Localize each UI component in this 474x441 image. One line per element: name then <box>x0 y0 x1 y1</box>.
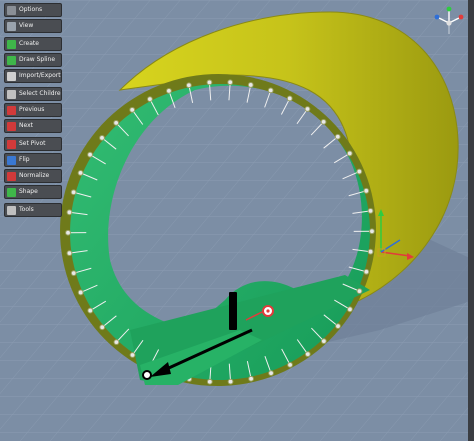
spline-point[interactable] <box>268 370 274 377</box>
spline-point[interactable] <box>113 339 120 346</box>
spline-point[interactable] <box>248 375 254 382</box>
spline-point[interactable] <box>346 150 353 157</box>
previous-icon <box>7 105 16 115</box>
spline-point[interactable] <box>166 87 172 94</box>
spline-point[interactable] <box>369 228 375 235</box>
view-icon <box>7 21 16 31</box>
spline-point[interactable] <box>206 378 213 385</box>
spline-point[interactable] <box>320 118 327 125</box>
spline-point[interactable] <box>227 79 234 86</box>
spline-point[interactable] <box>320 338 327 345</box>
spline-point[interactable] <box>363 187 370 194</box>
spline-point[interactable] <box>87 307 94 314</box>
spline-point[interactable] <box>129 106 136 113</box>
tool-label: Set Pivot <box>19 140 46 147</box>
select-children-icon <box>7 89 16 99</box>
create-icon <box>7 39 16 49</box>
spline-point[interactable] <box>304 351 311 358</box>
tools-button[interactable]: Tools <box>4 203 62 217</box>
normalize-button[interactable]: Normalize <box>4 169 62 183</box>
spline-point[interactable] <box>113 119 120 126</box>
tool-label: Normalize <box>19 172 50 179</box>
flip-button[interactable]: Flip <box>4 153 62 167</box>
spline-point[interactable] <box>286 95 293 102</box>
spline-point[interactable] <box>77 289 84 296</box>
spline-point[interactable] <box>363 268 370 275</box>
import-export-icon <box>7 71 16 81</box>
tool-label: Select Children <box>19 90 62 97</box>
spline-point[interactable] <box>66 209 73 216</box>
spline-point[interactable] <box>247 82 254 88</box>
tool-group: Select Children Previous Next <box>4 87 62 133</box>
spline-point[interactable] <box>77 169 84 176</box>
normalize-icon <box>7 171 16 181</box>
spline-point[interactable] <box>335 323 341 330</box>
tool-label: View <box>19 22 34 29</box>
pivot-handle[interactable] <box>229 292 237 330</box>
tool-label: Draw Spline <box>19 56 56 63</box>
spline-point[interactable] <box>70 189 77 196</box>
tool-label: Flip <box>19 156 30 163</box>
flip-icon <box>7 155 16 165</box>
draw-spline-icon <box>7 55 16 65</box>
set-pivot-button[interactable]: Set Pivot <box>4 137 62 151</box>
draw-spline-button[interactable]: Draw Spline <box>4 53 62 67</box>
spline-point[interactable] <box>186 82 192 89</box>
orientation-gizmo[interactable] <box>432 6 466 40</box>
spline-point[interactable] <box>87 151 93 158</box>
select-children-button[interactable]: Select Children <box>4 87 62 101</box>
tool-label: Previous <box>19 106 45 113</box>
right-panel-edge <box>468 0 474 441</box>
tool-group: Tools <box>4 203 62 217</box>
spline-point[interactable] <box>347 306 353 313</box>
scene-viewport[interactable] <box>0 0 474 441</box>
tool-label: Create <box>19 40 39 47</box>
spline-point[interactable] <box>99 134 105 141</box>
tool-group: Set Pivot Flip Normalize Shape <box>4 137 62 199</box>
view-button[interactable]: View <box>4 19 62 33</box>
spline-point[interactable] <box>227 378 234 385</box>
spline-point[interactable] <box>66 250 73 257</box>
spline-point[interactable] <box>267 87 274 94</box>
spline-point[interactable] <box>367 207 374 214</box>
import-export-button[interactable]: Import/Export <box>4 69 62 83</box>
spline-point[interactable] <box>287 361 293 368</box>
tool-label: Shape <box>19 188 38 195</box>
shape-button[interactable]: Shape <box>4 185 62 199</box>
tool-group: Options View <box>4 3 62 33</box>
previous-button[interactable]: Previous <box>4 103 62 117</box>
tool-label: Tools <box>19 206 34 213</box>
tool-palette: Options View Create Draw Spline Import/Expor… <box>4 3 62 221</box>
tools-icon <box>7 205 16 215</box>
spline-point[interactable] <box>334 133 341 140</box>
options-icon <box>7 5 16 15</box>
spline-point[interactable] <box>367 248 374 255</box>
options-button[interactable]: Options <box>4 3 62 17</box>
shape-icon <box>7 187 16 197</box>
spline-point[interactable] <box>206 79 213 86</box>
create-button[interactable]: Create <box>4 37 62 51</box>
spline-point[interactable] <box>70 270 77 277</box>
spline-point[interactable] <box>304 106 311 112</box>
set-pivot-icon <box>7 139 16 149</box>
tool-label: Next <box>19 122 33 129</box>
spline-point[interactable] <box>356 288 363 295</box>
tool-label: Import/Export <box>19 72 61 79</box>
next-button[interactable]: Next <box>4 119 62 133</box>
spline-point[interactable] <box>147 96 153 103</box>
tool-label: Options <box>19 6 43 13</box>
spline-point[interactable] <box>356 168 363 175</box>
tool-group: Create Draw Spline Import/Export <box>4 37 62 83</box>
spline-point[interactable] <box>99 324 106 331</box>
next-icon <box>7 121 16 131</box>
spline-point[interactable] <box>65 229 71 236</box>
spline-point[interactable] <box>129 352 136 358</box>
